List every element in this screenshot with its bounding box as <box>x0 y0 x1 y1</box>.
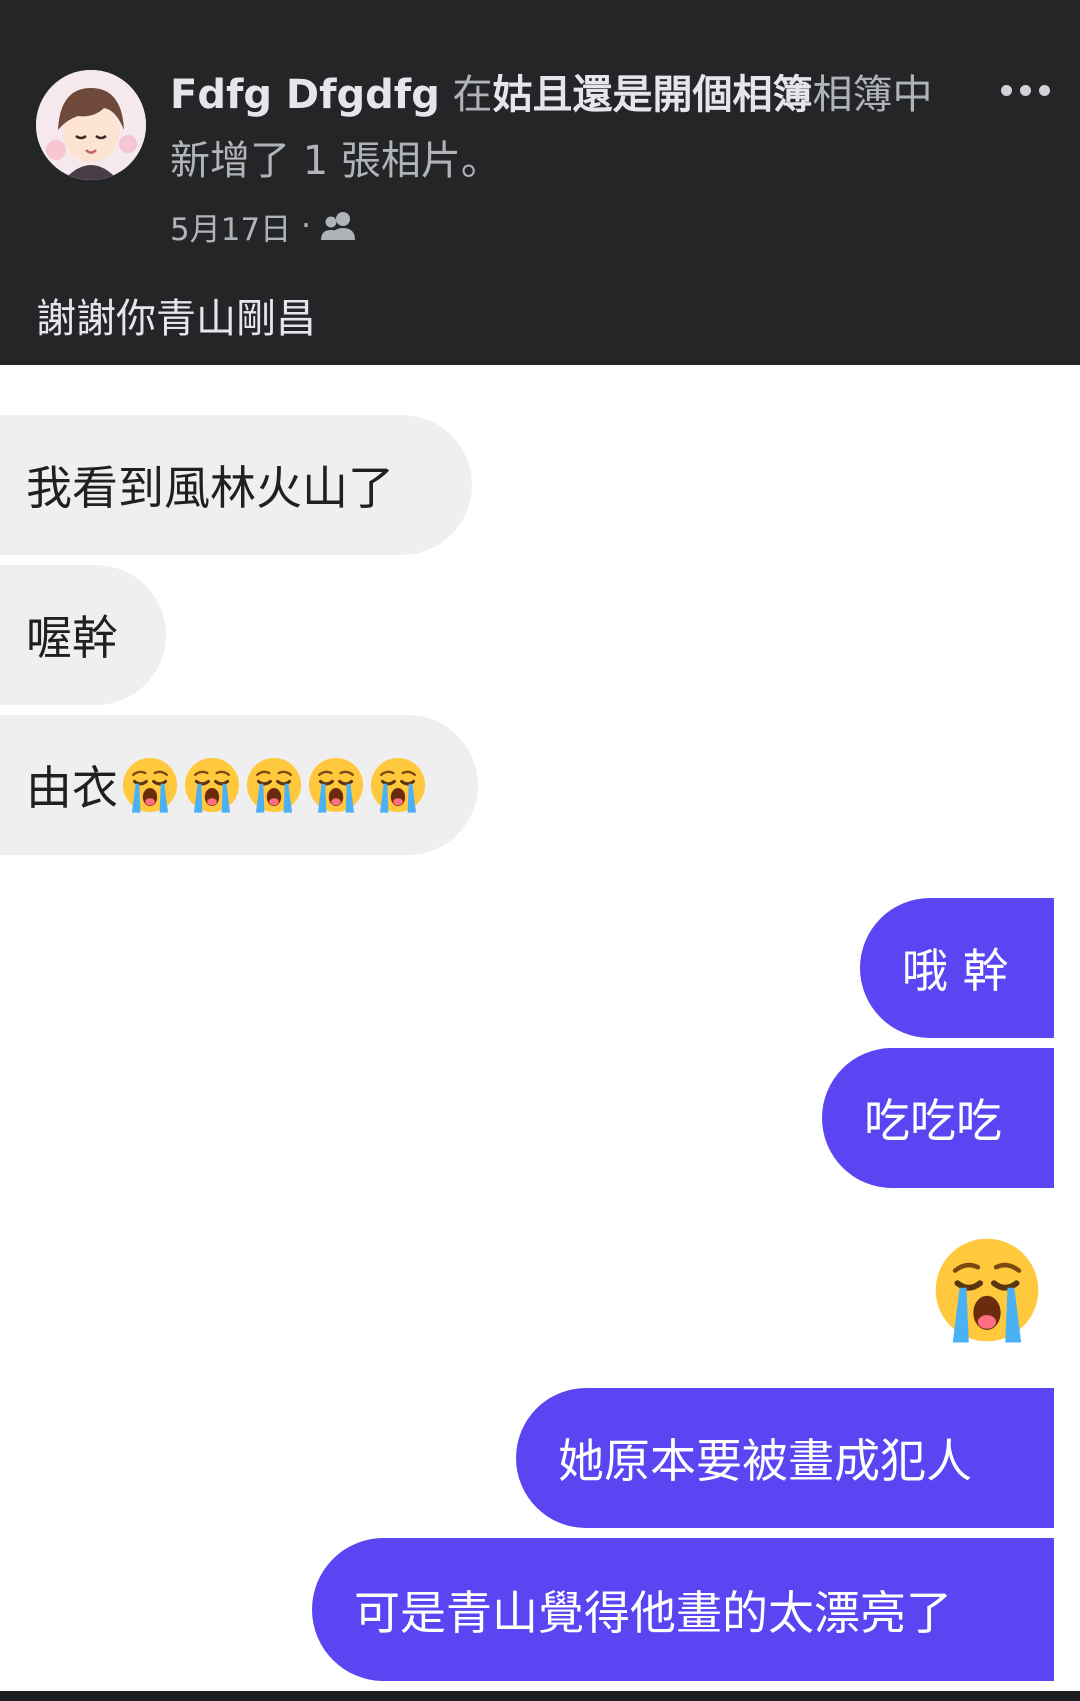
message-text: 她原本要被畫成犯人 <box>558 1434 972 1488</box>
friends-icon[interactable] <box>321 210 357 242</box>
bottom-divider <box>0 1691 1080 1701</box>
post-header: Fdfg Dfgdfg 在姑且還是開個相簿相簿中新增了 1 張相片。 5月17日… <box>0 0 1080 365</box>
message-text: 由衣 <box>26 761 118 815</box>
more-options-icon <box>1019 84 1031 96</box>
crying-emoji-icon <box>244 755 304 815</box>
outgoing-message: 吃吃吃 <box>822 1048 1054 1188</box>
more-options-button[interactable] <box>990 70 1060 110</box>
outgoing-message: 她原本要被畫成犯人 <box>516 1388 1054 1528</box>
message-text: 哦 幹 <box>902 944 1009 998</box>
avatar-illustration <box>36 70 146 180</box>
action-prefix: 在 <box>439 72 493 118</box>
message-text: 我看到風林火山了 <box>26 461 394 515</box>
album-name[interactable]: 姑且還是開個相簿 <box>493 72 813 118</box>
incoming-message: 由衣 <box>0 715 478 855</box>
crying-emoji-icon <box>120 755 180 815</box>
post-caption: 謝謝你青山剛昌 <box>36 296 316 342</box>
incoming-message: 喔幹 <box>0 565 166 705</box>
crying-emoji-icon <box>182 755 242 815</box>
post-meta: 5月17日 · <box>170 203 357 249</box>
post-date[interactable]: 5月17日 <box>170 204 291 249</box>
incoming-message: 我看到風林火山了 <box>0 415 472 555</box>
crying-emoji-icon <box>930 1233 1044 1347</box>
message-text: 可是青山覺得他畫的太漂亮了 <box>354 1585 952 1640</box>
outgoing-message: 可是青山覺得他畫的太漂亮了 <box>312 1538 1054 1681</box>
crying-emoji-icon <box>306 755 366 815</box>
outgoing-message: 哦 幹 <box>860 898 1054 1038</box>
message-text: 喔幹 <box>26 611 118 665</box>
author-name[interactable]: Fdfg Dfgdfg <box>170 72 440 118</box>
author-avatar[interactable] <box>36 70 146 180</box>
message-text: 吃吃吃 <box>864 1094 1002 1148</box>
post-headline: Fdfg Dfgdfg 在姑且還是開個相簿相簿中新增了 1 張相片。 <box>170 62 940 194</box>
meta-separator: · <box>301 208 312 244</box>
more-options-icon <box>1038 84 1050 96</box>
crying-emoji-icon <box>368 755 428 815</box>
chat-screenshot[interactable]: 我看到風林火山了 喔幹 由衣 哦 幹 吃吃吃 她原本要被畫成犯人 可是青山覺得他… <box>0 365 1080 1701</box>
more-options-icon <box>1000 84 1012 96</box>
